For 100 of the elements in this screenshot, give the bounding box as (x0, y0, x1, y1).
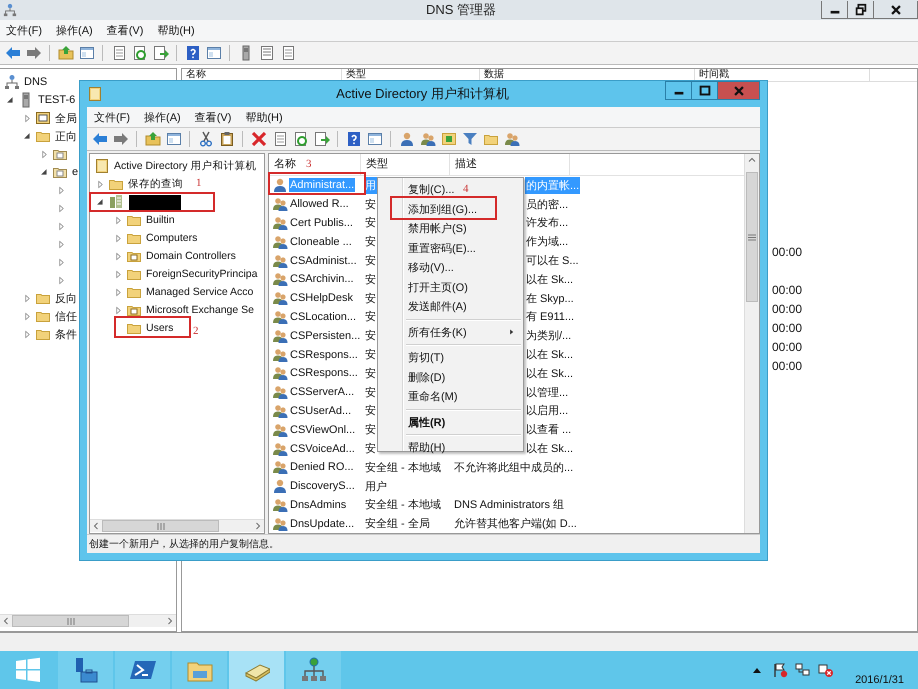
minimize-button[interactable] (822, 1, 848, 19)
object-name[interactable]: DiscoveryS... (289, 479, 356, 494)
object-name[interactable]: CSServerA... (289, 385, 356, 400)
object-name[interactable]: CSUserAd... (289, 404, 352, 418)
menu-item[interactable]: 操作(A) (144, 110, 181, 124)
object-name[interactable]: CSRespons... (289, 348, 359, 362)
tree-item[interactable]: Microsoft Exchange Se (146, 304, 254, 316)
users-icon[interactable] (504, 131, 520, 147)
maximize-button[interactable] (691, 81, 718, 100)
console-tree-icon[interactable] (206, 45, 222, 61)
tree-item[interactable]: ForeignSecurityPrincipa (146, 268, 258, 280)
export-icon[interactable] (152, 45, 168, 61)
menu-item[interactable]: 帮助(H) (378, 438, 452, 458)
list-icon[interactable] (258, 45, 274, 61)
clock-date[interactable]: 2016/1/31 (855, 674, 904, 686)
tree-item[interactable]: Users (146, 322, 174, 334)
forward-arrow-icon[interactable] (26, 45, 42, 61)
menu-item[interactable]: 文件(F) (6, 23, 42, 38)
snap-in-icon[interactable] (440, 131, 456, 147)
tree-item[interactable]: Domain Controllers (146, 250, 236, 262)
tree-item[interactable]: 保存的查询 (128, 177, 183, 191)
object-name[interactable]: CSArchivin... (289, 272, 355, 286)
tree-item[interactable]: 反向 (55, 290, 77, 306)
delete-icon[interactable] (250, 131, 266, 147)
error-icon[interactable] (818, 662, 834, 678)
tree-item[interactable]: Active Directory 用户和计算机 (114, 159, 256, 173)
close-button[interactable] (874, 1, 918, 19)
object-name[interactable]: CSVoiceAd... (289, 442, 356, 456)
restore-icon[interactable] (854, 2, 868, 16)
scrollbar[interactable] (0, 614, 176, 627)
tree-item[interactable]: DNS (24, 76, 48, 88)
object-name[interactable]: DnsAdmins (289, 498, 348, 512)
help-icon[interactable] (184, 45, 200, 61)
column-header[interactable]: 描述 (450, 154, 570, 175)
menu-item[interactable]: 操作(A) (56, 23, 93, 38)
object-name[interactable]: CSPersisten... (289, 328, 362, 343)
scrollbar[interactable] (744, 154, 759, 533)
menu-item[interactable]: 禁用帐户(S) (378, 219, 473, 238)
scrollbar-thumb[interactable] (102, 520, 219, 532)
tree-item[interactable]: 条件 (55, 326, 77, 342)
tree-item[interactable]: TEST-6 (38, 94, 76, 106)
scrollbar[interactable] (90, 519, 264, 532)
object-name[interactable]: Cloneable ... (289, 234, 353, 249)
maximize-icon[interactable] (698, 84, 712, 98)
restore-button[interactable] (848, 1, 874, 19)
taskbar-button[interactable] (286, 651, 341, 689)
tree-item[interactable]: 正向 (55, 128, 77, 144)
help-icon[interactable] (346, 131, 362, 147)
back-arrow-icon[interactable] (4, 45, 20, 61)
tree-item[interactable]: 信任 (55, 308, 77, 324)
up-folder-icon[interactable] (58, 45, 74, 61)
object-name[interactable]: DnsUpdate... (289, 516, 356, 531)
filter-icon[interactable] (462, 131, 478, 147)
close-icon[interactable] (888, 2, 902, 16)
back-arrow-icon[interactable] (92, 131, 108, 147)
menu-item[interactable]: 查看(V) (106, 23, 144, 38)
object-name[interactable]: CSHelpDesk (289, 291, 354, 306)
menu-item[interactable]: 属性(R) (378, 412, 452, 432)
object-name[interactable]: CSViewOnl... (289, 422, 356, 437)
scrollbar-thumb[interactable] (746, 172, 758, 302)
taskbar-button[interactable] (115, 651, 170, 689)
column-header[interactable]: 类型 (361, 154, 450, 175)
up-folder-icon[interactable] (144, 131, 160, 147)
menu-item[interactable]: 重命名(M) (378, 387, 464, 406)
tree-item[interactable]: Managed Service Acco (146, 286, 254, 298)
object-name[interactable]: Denied RO... (289, 460, 355, 474)
object-name[interactable]: CSRespons... (289, 366, 359, 380)
user-icon[interactable] (398, 131, 414, 147)
tree-item[interactable]: Builtin (146, 214, 175, 226)
clipboard-icon[interactable] (218, 131, 234, 147)
users-icon[interactable] (420, 131, 436, 147)
refresh-icon[interactable] (132, 45, 148, 61)
object-name[interactable]: Allowed R... (289, 197, 350, 212)
object-name[interactable]: CSLocation... (289, 310, 358, 324)
tree-item[interactable]: Computers (146, 232, 198, 244)
menu-item[interactable]: 复制(C)... (378, 180, 460, 200)
menu-item[interactable]: 剪切(T) (378, 348, 450, 368)
console-tree-icon[interactable] (366, 131, 382, 147)
flag-icon[interactable] (772, 662, 788, 678)
tree-item[interactable]: 全局 (55, 110, 77, 126)
tree-item[interactable]: e (72, 166, 78, 178)
menu-item[interactable]: 重置密码(E)... (378, 238, 482, 258)
network-icon[interactable] (795, 662, 812, 678)
menu-item[interactable]: 删除(D) (378, 368, 452, 387)
menu-item[interactable]: 所有任务(K) (378, 322, 523, 342)
object-name[interactable]: Cert Publis... (289, 216, 354, 230)
minimize-button[interactable] (665, 81, 692, 100)
menu-item[interactable]: 移动(V)... (378, 258, 460, 278)
console-tree-icon[interactable] (78, 45, 94, 61)
scissors-icon[interactable] (198, 131, 214, 147)
menu-item[interactable]: 文件(F) (94, 110, 130, 124)
object-name[interactable]: CSAdminist... (289, 254, 358, 268)
export-icon[interactable] (314, 131, 330, 147)
forward-arrow-icon[interactable] (112, 131, 128, 147)
refresh-icon[interactable] (292, 131, 308, 147)
taskbar-button[interactable] (58, 651, 113, 689)
menu-item[interactable]: 发送邮件(A) (378, 297, 473, 316)
menu-item[interactable]: 打开主页(O) (378, 278, 474, 297)
menu-item[interactable]: 查看(V) (194, 110, 232, 124)
scrollbar-thumb[interactable] (12, 615, 129, 627)
